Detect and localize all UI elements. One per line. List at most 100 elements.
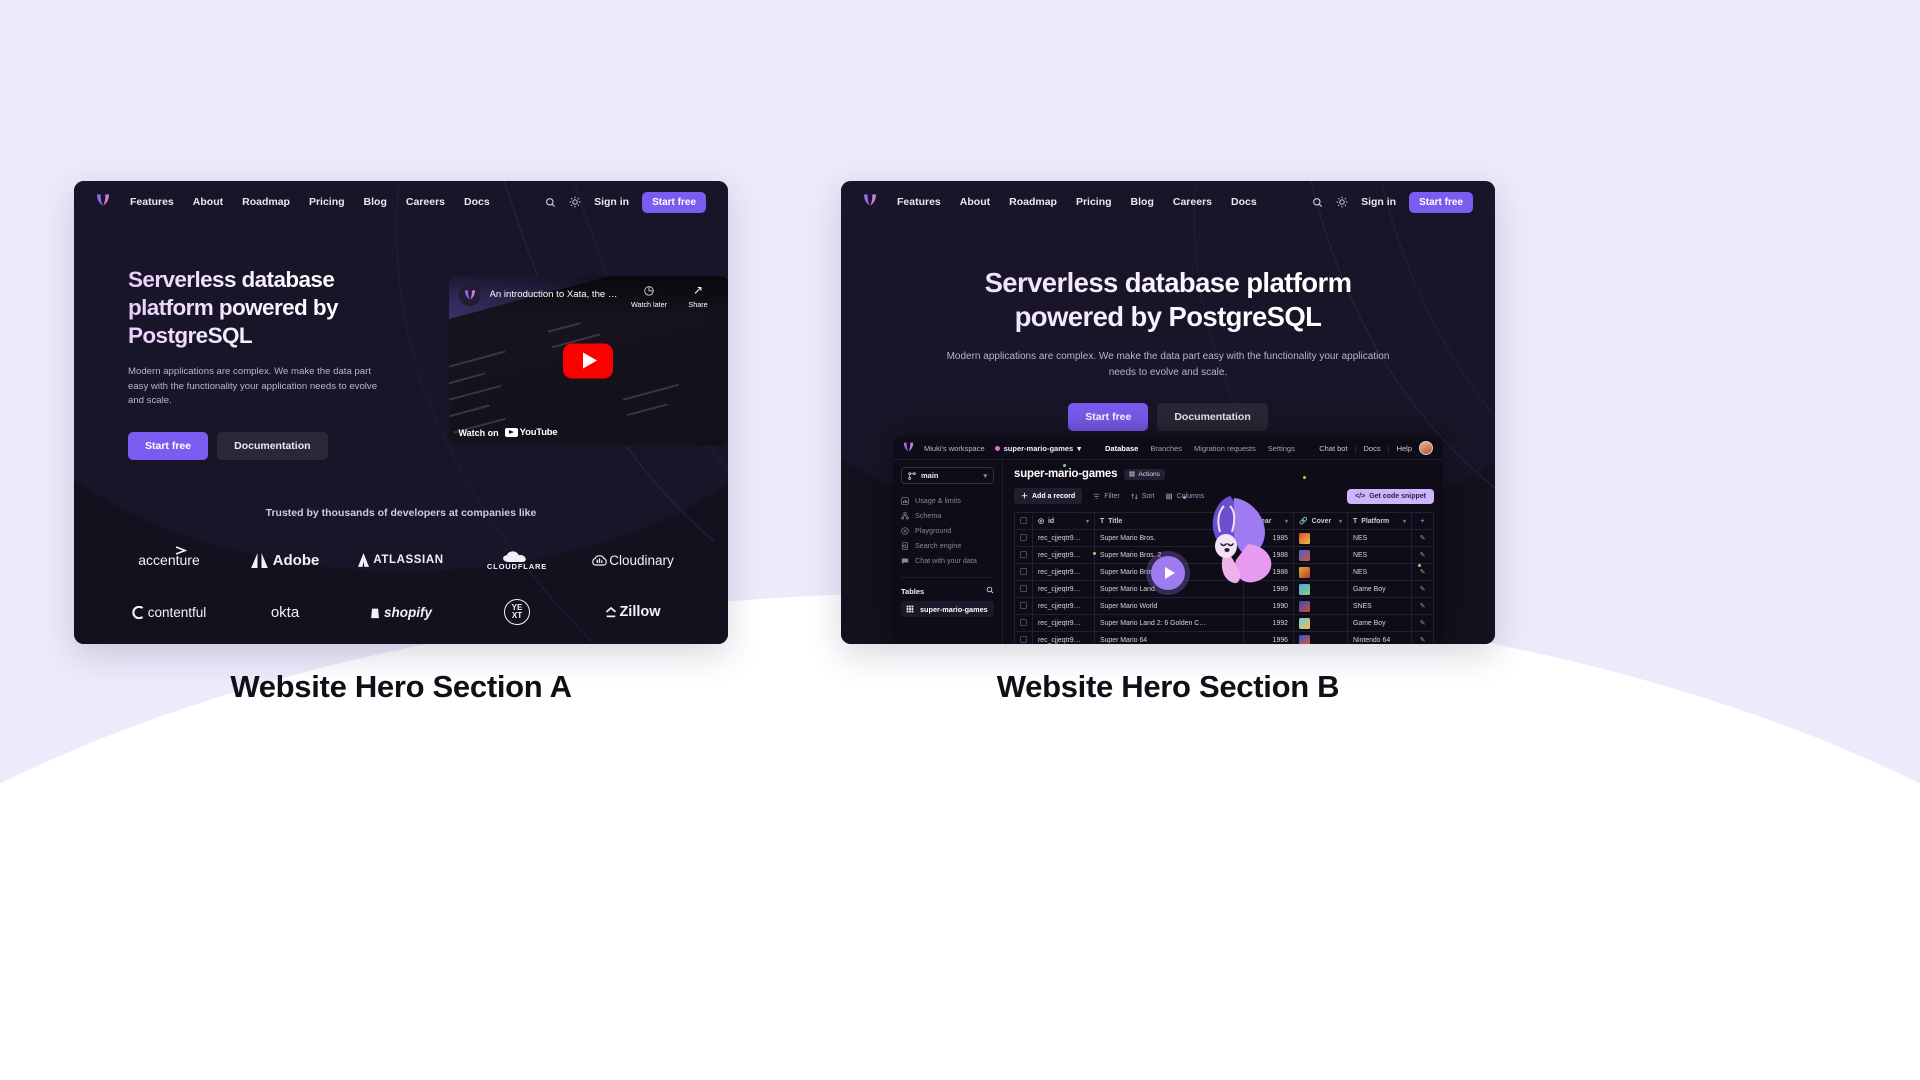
xata-logo-icon[interactable]: [863, 193, 877, 211]
table-row[interactable]: rec_cjjeqtr9… Super Mario Bros. 2 1988 NES ✎: [1014, 546, 1434, 564]
cell-id[interactable]: rec_cjjeqtr9…: [1032, 563, 1095, 581]
documentation-button-a[interactable]: Documentation: [217, 432, 328, 461]
column-header-title[interactable]: T Title ▾: [1094, 512, 1244, 530]
tab-branches[interactable]: Branches: [1150, 444, 1182, 453]
cell-year[interactable]: 1992: [1243, 614, 1294, 632]
cell-platform[interactable]: NES: [1347, 529, 1412, 547]
checkbox[interactable]: [1020, 584, 1027, 592]
watch-on-youtube[interactable]: Watch on YouTube: [459, 427, 558, 438]
cell-year[interactable]: 1996: [1243, 631, 1294, 644]
start-free-button-a[interactable]: Start free: [128, 432, 209, 461]
table-row[interactable]: rec_cjjeqtr9… Super Mario World 1990 SNES ✎: [1014, 597, 1434, 615]
sidebar-item-chat-with-your-data[interactable]: Chat with your data: [901, 553, 994, 568]
nav-link-features[interactable]: Features: [897, 196, 941, 208]
sidebar-table-super-mario-games[interactable]: super-mario-games: [901, 601, 994, 617]
checkbox[interactable]: [1020, 567, 1027, 575]
table-search-icon[interactable]: [986, 586, 994, 596]
cell-platform[interactable]: SNES: [1347, 597, 1412, 615]
avatar[interactable]: [1419, 441, 1433, 455]
docs-link[interactable]: Docs: [1364, 444, 1381, 453]
nav-link-careers[interactable]: Careers: [406, 196, 445, 208]
row-checkbox-cell[interactable]: [1014, 529, 1033, 547]
chat-bot-link[interactable]: Chat bot: [1319, 444, 1347, 453]
row-checkbox-cell[interactable]: [1014, 597, 1033, 615]
checkbox[interactable]: [1020, 516, 1027, 524]
edit-row-button[interactable]: ✎: [1411, 580, 1434, 598]
column-header-cover[interactable]: 🔗 Cover ▾: [1293, 512, 1348, 530]
nav-link-docs[interactable]: Docs: [464, 196, 490, 208]
cell-title[interactable]: Super Mario 64: [1094, 631, 1244, 644]
nav-link-pricing[interactable]: Pricing: [309, 196, 345, 208]
sidebar-item-playground[interactable]: Playground: [901, 523, 994, 538]
cell-cover[interactable]: [1293, 580, 1348, 598]
cell-id[interactable]: rec_cjjeqtr9…: [1032, 580, 1095, 598]
row-checkbox-cell[interactable]: [1014, 546, 1033, 564]
checkbox[interactable]: [1020, 533, 1027, 541]
row-checkbox-cell[interactable]: [1014, 631, 1033, 644]
cell-id[interactable]: rec_cjjeqtr9…: [1032, 614, 1095, 632]
xata-logo-icon[interactable]: [903, 439, 914, 457]
workspace-label[interactable]: Miuki's workspace: [924, 444, 985, 453]
nav-link-pricing[interactable]: Pricing: [1076, 196, 1112, 208]
nav-link-blog[interactable]: Blog: [1131, 196, 1154, 208]
table-row[interactable]: rec_cjjeqtr9… Super Mario Land 1989 Game Bo…: [1014, 580, 1434, 598]
row-checkbox-cell[interactable]: [1014, 580, 1033, 598]
video-title[interactable]: An introduction to Xata, the serverless…: [490, 284, 621, 306]
table-row[interactable]: rec_cjjeqtr9… Super Mario Land 2: 6 Golde…: [1014, 614, 1434, 632]
nav-link-about[interactable]: About: [960, 196, 990, 208]
edit-row-button[interactable]: ✎: [1411, 529, 1434, 547]
sun-icon[interactable]: [1336, 196, 1348, 208]
table-row[interactable]: rec_cjjeqtr9… Super Mario Bros. 1985 NES ✎: [1014, 529, 1434, 547]
cell-id[interactable]: rec_cjjeqtr9…: [1032, 529, 1095, 547]
table-row[interactable]: rec_cjjeqtr9… Super Mario 64 1996 Nintendo …: [1014, 631, 1434, 644]
cell-cover[interactable]: [1293, 563, 1348, 581]
cell-cover[interactable]: [1293, 597, 1348, 615]
edit-row-button[interactable]: ✎: [1411, 546, 1434, 564]
cell-year[interactable]: 1988: [1243, 546, 1294, 564]
cell-id[interactable]: rec_cjjeqtr9…: [1032, 597, 1095, 615]
nav-link-blog[interactable]: Blog: [364, 196, 387, 208]
sign-in-link[interactable]: Sign in: [594, 196, 629, 208]
cell-title[interactable]: Super Mario World: [1094, 597, 1244, 615]
share-button[interactable]: ↗ Share: [678, 284, 718, 310]
help-link[interactable]: Help: [1397, 444, 1412, 453]
select-all-header[interactable]: [1014, 512, 1033, 530]
sign-in-link[interactable]: Sign in: [1361, 196, 1396, 208]
table-row[interactable]: rec_cjjeqtr9… Super Mario Bros. 3 1988 NES ✎: [1014, 563, 1434, 581]
search-icon[interactable]: [545, 197, 556, 208]
tab-settings[interactable]: Settings: [1268, 444, 1295, 453]
checkbox[interactable]: [1020, 550, 1027, 558]
cell-cover[interactable]: [1293, 631, 1348, 644]
cell-year[interactable]: 1989: [1243, 580, 1294, 598]
nav-link-careers[interactable]: Careers: [1173, 196, 1212, 208]
start-free-button-b[interactable]: Start free: [1068, 403, 1149, 432]
nav-link-features[interactable]: Features: [130, 196, 174, 208]
edit-row-button[interactable]: ✎: [1411, 563, 1434, 581]
checkbox[interactable]: [1020, 635, 1027, 643]
branch-selector[interactable]: main ▾: [901, 467, 994, 484]
cell-platform[interactable]: Game Boy: [1347, 580, 1412, 598]
start-free-button-nav[interactable]: Start free: [1409, 191, 1473, 213]
tab-database[interactable]: Database: [1105, 444, 1138, 453]
sidebar-item-search-engine[interactable]: Search engine: [901, 538, 994, 553]
cell-cover[interactable]: [1293, 529, 1348, 547]
column-header-platform[interactable]: T Platform ▾: [1347, 512, 1412, 530]
column-header-id[interactable]: ◎ id ▾: [1032, 512, 1095, 530]
filter-button[interactable]: Filter: [1093, 493, 1120, 500]
sidebar-item-schema[interactable]: Schema: [901, 508, 994, 523]
cell-platform[interactable]: NES: [1347, 563, 1412, 581]
edit-row-button[interactable]: ✎: [1411, 597, 1434, 615]
cell-platform[interactable]: Nintendo 64: [1347, 631, 1412, 644]
cell-year[interactable]: 1990: [1243, 597, 1294, 615]
sort-button[interactable]: Sort: [1131, 493, 1155, 500]
cell-title[interactable]: Super Mario Bros.: [1094, 529, 1244, 547]
sidebar-item-usage-limits[interactable]: Usage & limits: [901, 493, 994, 508]
checkbox[interactable]: [1020, 618, 1027, 626]
cell-year[interactable]: 1985: [1243, 529, 1294, 547]
add-record-button[interactable]: ＋ Add a record: [1014, 488, 1083, 504]
cell-id[interactable]: rec_cjjeqtr9…: [1032, 631, 1095, 644]
nav-link-docs[interactable]: Docs: [1231, 196, 1257, 208]
edit-row-button[interactable]: ✎: [1411, 631, 1434, 644]
documentation-button-b[interactable]: Documentation: [1157, 403, 1268, 432]
play-button[interactable]: [1151, 556, 1185, 590]
